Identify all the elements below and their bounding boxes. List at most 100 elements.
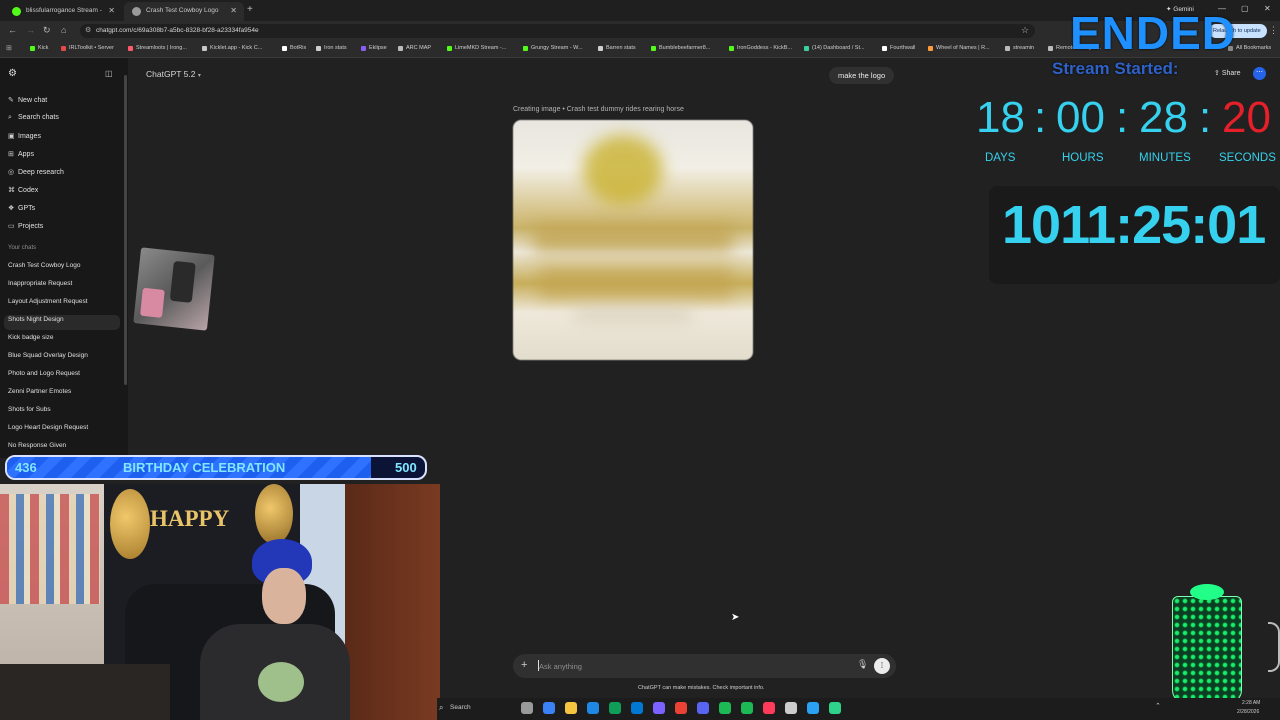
sidebar-item-label: Deep research — [18, 169, 64, 176]
openai-logo-icon[interactable]: ⚙ — [8, 68, 17, 79]
sidebar-scrollbar[interactable] — [124, 75, 127, 385]
back-icon[interactable]: ← — [8, 25, 17, 35]
chat-history-item[interactable]: Inappropriate Request — [8, 280, 72, 287]
bookmark-item[interactable]: IronGoddess - KickB... — [729, 45, 792, 51]
sidebar-item-label: Codex — [18, 187, 39, 194]
chat-history-item[interactable]: Photo and Logo Request — [8, 370, 80, 377]
close-tab-icon[interactable]: ✕ — [108, 6, 115, 15]
sidebar-item-projects[interactable]: ▭ Projects — [8, 222, 43, 230]
bookmark-star-icon[interactable]: ☆ — [1021, 25, 1029, 36]
bookmark-item[interactable]: Iron stats — [316, 45, 347, 51]
taskbar-app-icon[interactable] — [587, 702, 599, 714]
bookmark-item[interactable]: (14) Dashboard / St... — [804, 45, 865, 51]
bookmark-item[interactable]: ARC MAP — [398, 45, 431, 51]
search-chats-icon: ⌕ — [8, 114, 12, 121]
taskbar-search-label[interactable]: Search — [450, 704, 471, 711]
taskbar-app-icon[interactable] — [565, 702, 577, 714]
taskbar-app-icon[interactable] — [543, 702, 555, 714]
bookmark-item[interactable]: IRLToolkit • Server — [61, 45, 114, 51]
countdown-days-label: DAYS — [985, 152, 1016, 164]
bookmark-item[interactable]: Kick — [30, 45, 48, 51]
clock-date[interactable]: 2/28/2026 — [1237, 709, 1259, 715]
goal-label: BIRTHDAY CELEBRATION — [123, 460, 286, 475]
bookmark-item[interactable]: streamin — [1005, 45, 1034, 51]
prompt-placeholder[interactable]: Ask anything — [539, 662, 582, 671]
url-field[interactable]: ⚙ chatgpt.com/c/69a308b7-a5bc-8328-bf28-… — [80, 24, 1035, 38]
tray-chevron-icon[interactable]: ⌃ — [1155, 702, 1161, 710]
bookmark-item[interactable]: LimeMKD Stream -... — [447, 45, 506, 51]
sidebar-item-images[interactable]: ▣ Images — [8, 132, 41, 140]
clock-time[interactable]: 2:28 AM — [1242, 700, 1260, 706]
countdown-separator: : — [1116, 93, 1129, 142]
bookmark-item[interactable]: Eklipse — [361, 45, 387, 51]
share-button[interactable]: ⇪ Share — [1214, 69, 1241, 77]
taskbar-app-icon[interactable] — [829, 702, 841, 714]
sidebar-item-deep-research[interactable]: ◎ Deep research — [8, 168, 64, 176]
maximize-icon[interactable]: ▢ — [1241, 4, 1249, 13]
model-label: ChatGPT 5.2 — [146, 69, 196, 79]
chat-history-item[interactable]: Shots Night Design — [8, 316, 64, 323]
more-options-icon[interactable]: ⋯ — [1253, 67, 1266, 80]
bookmark-item[interactable]: Bumblebeefarmer8... — [651, 45, 710, 51]
chat-history-item[interactable]: Blue Squad Overlay Design — [8, 352, 88, 359]
bookmark-item[interactable]: Barren stats — [598, 45, 636, 51]
taskbar-app-icon[interactable] — [521, 702, 533, 714]
gpts-icon: ❖ — [8, 205, 15, 212]
forward-icon[interactable]: → — [26, 25, 35, 35]
apps-icon: ⊞ — [8, 151, 14, 158]
sidebar-item-search-chats[interactable]: ⌕ Search chats — [8, 114, 59, 122]
sidebar-item-apps[interactable]: ⊞ Apps — [8, 150, 34, 158]
sidebar-item-gpts[interactable]: ❖ GPTs — [8, 204, 35, 212]
codex-icon: ⌘ — [8, 187, 15, 194]
bookmark-item[interactable]: BotRix — [282, 45, 306, 51]
bookmark-item[interactable]: Grungy Stream - W... — [523, 45, 583, 51]
chat-history-item[interactable]: Crash Test Cowboy Logo — [8, 262, 81, 269]
tab-chatgpt[interactable]: Crash Test Cowboy Logo ✕ — [124, 2, 244, 21]
reload-icon[interactable]: ↻ — [43, 25, 51, 36]
new-tab-icon[interactable]: + — [247, 4, 253, 15]
taskbar-app-icon[interactable] — [741, 702, 753, 714]
bookmark-item[interactable]: Streamloots | Irong... — [128, 45, 187, 51]
taskbar-app-icon[interactable] — [719, 702, 731, 714]
sidebar-item-codex[interactable]: ⌘ Codex — [8, 186, 38, 194]
user-message-bubble: make the logo — [829, 67, 895, 84]
taskbar-app-icon[interactable] — [785, 702, 797, 714]
taskbar-app-icon[interactable] — [653, 702, 665, 714]
toggle-sidebar-icon[interactable]: ◫ — [105, 69, 113, 78]
home-icon[interactable]: ⌂ — [61, 25, 66, 35]
bookmark-item[interactable]: Kicklet.app - Kick C... — [202, 45, 262, 51]
new-chat-icon: ✎ — [8, 97, 14, 104]
search-icon[interactable]: ⌕ — [439, 703, 443, 713]
countdown-separator: : — [1199, 93, 1212, 142]
apps-grid-icon[interactable]: ⊞ — [6, 44, 12, 52]
prompt-input-container[interactable]: + Ask anything 🎙 ⁞ — [513, 654, 896, 678]
chat-history-item[interactable]: No Response Given — [8, 442, 66, 449]
model-selector[interactable]: ChatGPT 5.2 ▾ — [146, 69, 201, 79]
voice-mode-icon[interactable]: ⁞ — [874, 658, 890, 674]
site-info-icon[interactable]: ⚙ — [85, 26, 91, 34]
taskbar-app-icon[interactable] — [807, 702, 819, 714]
sidebar-item-new-chat[interactable]: ✎ New chat — [8, 96, 47, 104]
taskbar-app-icon[interactable] — [697, 702, 709, 714]
mug-body — [1172, 596, 1242, 704]
add-attachment-icon[interactable]: + — [521, 659, 527, 671]
taskbar-app-icon[interactable] — [675, 702, 687, 714]
close-window-icon[interactable]: ✕ — [1264, 4, 1271, 13]
chat-history-item[interactable]: Shots for Subs — [8, 406, 51, 413]
bookmark-item[interactable]: Fourthwall — [882, 45, 915, 51]
chat-history-item[interactable]: Layout Adjustment Request — [8, 298, 88, 305]
close-tab-icon[interactable]: ✕ — [230, 6, 237, 15]
countdown-minutes: 28 — [1139, 93, 1188, 142]
menu-dots-icon[interactable]: ⋮ — [1269, 25, 1278, 36]
taskbar-app-icon[interactable] — [631, 702, 643, 714]
bookmark-item[interactable]: Wheel of Names | R... — [928, 45, 990, 51]
tab-stream[interactable]: blissfularrogance Stream - ✕ — [4, 2, 122, 21]
microphone-icon[interactable]: 🎙 — [857, 659, 868, 670]
taskbar-app-icon[interactable] — [609, 702, 621, 714]
generated-image-placeholder[interactable] — [513, 120, 753, 360]
chat-history-item[interactable]: Zenni Partner Emotes — [8, 388, 71, 395]
floating-video-thumbnail — [133, 247, 215, 331]
chat-history-item[interactable]: Kick badge size — [8, 334, 54, 341]
taskbar-app-icon[interactable] — [763, 702, 775, 714]
chat-history-item[interactable]: Logo Heart Design Request — [8, 424, 88, 431]
